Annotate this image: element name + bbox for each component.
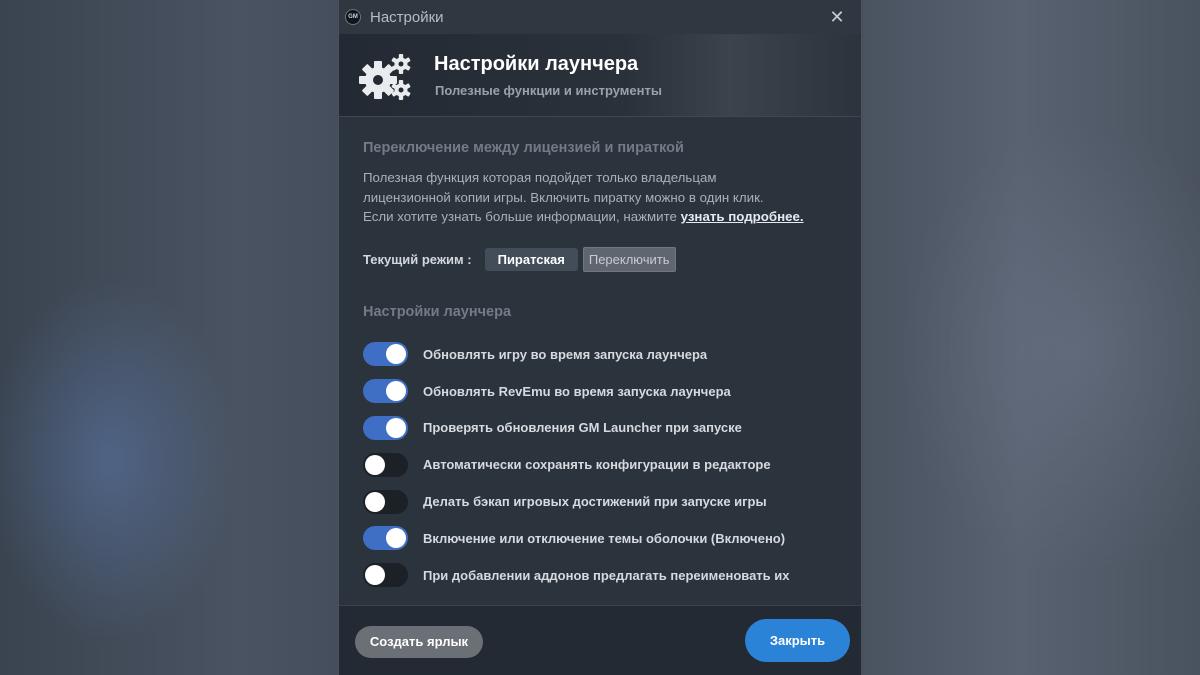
setting-toggle[interactable] bbox=[363, 489, 408, 514]
app-logo-icon: GM bbox=[345, 9, 361, 25]
toggle-knob bbox=[365, 491, 385, 512]
setting-toggle[interactable] bbox=[363, 526, 408, 551]
window-title: Настройки bbox=[370, 8, 444, 26]
page-title: Настройки лаунчера bbox=[434, 53, 639, 75]
toggle-knob bbox=[365, 565, 385, 586]
switch-mode-button[interactable]: Переключить bbox=[582, 246, 676, 272]
setting-label: Включение или отключение темы оболочки (… bbox=[423, 530, 786, 546]
close-icon[interactable]: ✕ bbox=[827, 7, 847, 27]
desc-line-1: Полезная функция которая подойдет только… bbox=[363, 170, 717, 185]
setting-row: Обновлять игру во время запуска лаунчера bbox=[363, 336, 843, 373]
setting-label: Обновлять игру во время запуска лаунчера bbox=[423, 346, 708, 362]
close-button[interactable]: Закрыть bbox=[745, 619, 850, 662]
create-shortcut-button[interactable]: Создать ярлык bbox=[355, 626, 483, 658]
setting-toggle[interactable] bbox=[363, 379, 408, 404]
footer-bar: Создать ярлык Закрыть bbox=[339, 605, 861, 675]
toggle-knob bbox=[386, 381, 406, 402]
setting-row: Автоматически сохранять конфигурации в р… bbox=[363, 446, 843, 483]
toggle-knob bbox=[386, 344, 406, 365]
desc-line-2: лицензионной копии игры. Включить пиратк… bbox=[363, 189, 764, 205]
setting-row: Обновлять RevEmu во время запуска лаунче… bbox=[363, 373, 843, 410]
setting-label: Проверять обновления GM Launcher при зап… bbox=[423, 420, 742, 436]
setting-label: Обновлять RevEmu во время запуска лаунче… bbox=[423, 383, 731, 399]
setting-label: Делать бэкап игровых достижений при запу… bbox=[423, 494, 767, 510]
setting-label: Автоматически сохранять конфигурации в р… bbox=[423, 457, 771, 473]
setting-row: При добавлении аддонов предлагать переим… bbox=[363, 557, 843, 594]
setting-toggle[interactable] bbox=[363, 342, 408, 367]
license-description: Полезная функция которая подойдет только… bbox=[363, 168, 843, 227]
page-subtitle: Полезные функции и инструменты bbox=[435, 83, 662, 98]
toggle-knob bbox=[386, 417, 406, 438]
toggle-knob bbox=[386, 528, 406, 549]
setting-row: Делать бэкап игровых достижений при запу… bbox=[363, 483, 843, 520]
setting-toggle[interactable] bbox=[363, 563, 408, 588]
settings-window: GM Настройки ✕ Настройки лаунчера Полезн… bbox=[338, 0, 862, 675]
setting-toggle[interactable] bbox=[363, 415, 408, 440]
launcher-section-title: Настройки лаунчера bbox=[363, 304, 512, 320]
license-section-title: Переключение между лицензией и пираткой bbox=[363, 140, 684, 156]
title-bar: GM Настройки ✕ bbox=[339, 0, 861, 34]
learn-more-link[interactable]: узнать подробнее. bbox=[681, 209, 804, 224]
current-mode-row: Текущий режим : Пиратская Переключить bbox=[363, 246, 676, 272]
setting-row: Проверять обновления GM Launcher при зап… bbox=[363, 410, 843, 447]
current-mode-badge: Пиратская bbox=[484, 247, 578, 271]
current-mode-label: Текущий режим : bbox=[363, 251, 472, 267]
setting-toggle[interactable] bbox=[363, 452, 408, 477]
toggle-knob bbox=[365, 454, 385, 475]
setting-row: Включение или отключение темы оболочки (… bbox=[363, 520, 843, 557]
desc-line-3: Если хотите узнать больше информации, на… bbox=[363, 209, 681, 224]
settings-toggle-list: Обновлять игру во время запуска лаунчера… bbox=[363, 336, 843, 594]
setting-label: При добавлении аддонов предлагать переим… bbox=[423, 567, 790, 583]
page-header: Настройки лаунчера Полезные функции и ин… bbox=[339, 34, 861, 117]
gears-icon bbox=[359, 54, 411, 100]
